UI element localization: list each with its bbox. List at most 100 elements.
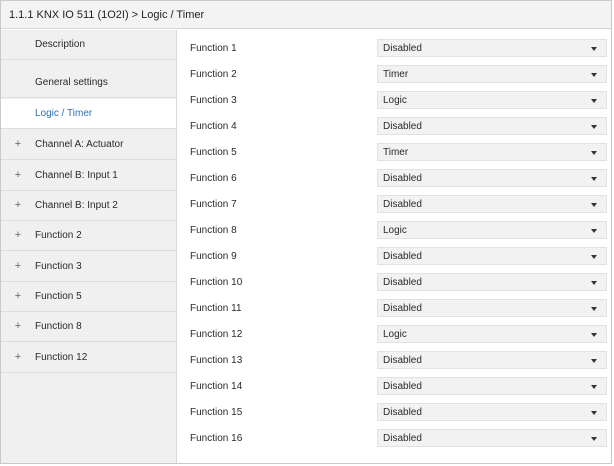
parameter-row: Function 16 Disabled — [177, 425, 611, 451]
sidebar: Description General settings Logic / Tim… — [1, 30, 177, 463]
parameter-row: Function 15 Disabled — [177, 399, 611, 425]
parameter-row: Function 10 Disabled — [177, 269, 611, 295]
parameter-label: Function 12 — [190, 329, 243, 340]
select-value: Timer — [383, 147, 409, 158]
select-value: Logic — [383, 225, 407, 236]
expand-icon[interactable]: + — [13, 199, 23, 211]
function-3-select[interactable]: Logic — [377, 91, 607, 109]
parameter-row: Function 3 Logic — [177, 87, 611, 113]
chevron-down-icon — [591, 411, 597, 415]
function-5-select[interactable]: Timer — [377, 143, 607, 161]
page-title: 1.1.1 KNX IO 511 (1O2I) > Logic / Timer — [9, 9, 205, 21]
sidebar-item-function-2[interactable]: + Function 2 — [1, 221, 176, 251]
sidebar-item-channel-b-input-2[interactable]: + Channel B: Input 2 — [1, 191, 176, 221]
parameter-label: Function 10 — [190, 277, 243, 288]
function-11-select[interactable]: Disabled — [377, 299, 607, 317]
sidebar-item-label: Channel B: Input 1 — [35, 170, 118, 181]
parameter-label: Function 8 — [190, 225, 237, 236]
parameter-label: Function 2 — [190, 69, 237, 80]
sidebar-item-function-5[interactable]: + Function 5 — [1, 282, 176, 312]
function-15-select[interactable]: Disabled — [377, 403, 607, 421]
parameter-label: Function 15 — [190, 407, 243, 418]
chevron-down-icon — [591, 333, 597, 337]
sidebar-item-logic-timer[interactable]: Logic / Timer — [1, 99, 176, 129]
parameter-row: Function 9 Disabled — [177, 243, 611, 269]
function-8-select[interactable]: Logic — [377, 221, 607, 239]
sidebar-item-function-3[interactable]: + Function 3 — [1, 252, 176, 282]
parameter-row: Function 8 Logic — [177, 217, 611, 243]
function-13-select[interactable]: Disabled — [377, 351, 607, 369]
sidebar-item-function-12[interactable]: + Function 12 — [1, 343, 176, 373]
select-value: Logic — [383, 329, 407, 340]
sidebar-item-label: Function 2 — [35, 230, 82, 241]
chevron-down-icon — [591, 437, 597, 441]
chevron-down-icon — [591, 359, 597, 363]
parameter-label: Function 7 — [190, 199, 237, 210]
function-6-select[interactable]: Disabled — [377, 169, 607, 187]
parameter-label: Function 9 — [190, 251, 237, 262]
function-1-select[interactable]: Disabled — [377, 39, 607, 57]
function-7-select[interactable]: Disabled — [377, 195, 607, 213]
parameter-row: Function 14 Disabled — [177, 373, 611, 399]
expand-icon[interactable]: + — [13, 290, 23, 302]
select-value: Disabled — [383, 173, 422, 184]
function-9-select[interactable]: Disabled — [377, 247, 607, 265]
parameter-label: Function 14 — [190, 381, 243, 392]
parameter-row: Function 7 Disabled — [177, 191, 611, 217]
select-value: Disabled — [383, 381, 422, 392]
parameter-label: Function 11 — [190, 303, 242, 314]
select-value: Disabled — [383, 251, 422, 262]
function-10-select[interactable]: Disabled — [377, 273, 607, 291]
parameter-row: Function 12 Logic — [177, 321, 611, 347]
sidebar-item-function-8[interactable]: + Function 8 — [1, 312, 176, 342]
select-value: Disabled — [383, 199, 422, 210]
sidebar-item-general-settings[interactable]: General settings — [1, 68, 176, 98]
chevron-down-icon — [591, 177, 597, 181]
parameter-row: Function 6 Disabled — [177, 165, 611, 191]
chevron-down-icon — [591, 281, 597, 285]
function-12-select[interactable]: Logic — [377, 325, 607, 343]
breadcrumb-header: 1.1.1 KNX IO 511 (1O2I) > Logic / Timer — [1, 1, 611, 29]
parameter-row: Function 11 Disabled — [177, 295, 611, 321]
function-4-select[interactable]: Disabled — [377, 117, 607, 135]
sidebar-item-label: Function 5 — [35, 291, 82, 302]
parameter-label: Function 3 — [190, 95, 237, 106]
select-value: Timer — [383, 69, 409, 80]
sidebar-item-description[interactable]: Description — [1, 30, 176, 60]
sidebar-item-label: General settings — [35, 77, 108, 88]
sidebar-item-label: Channel A: Actuator — [35, 139, 124, 150]
select-value: Disabled — [383, 43, 422, 54]
parameter-label: Function 4 — [190, 121, 237, 132]
select-value: Disabled — [383, 303, 422, 314]
expand-icon[interactable]: + — [13, 229, 23, 241]
sidebar-item-label: Logic / Timer — [35, 108, 93, 119]
expand-icon[interactable]: + — [13, 169, 23, 181]
function-16-select[interactable]: Disabled — [377, 429, 607, 447]
select-value: Disabled — [383, 407, 422, 418]
parameter-label: Function 13 — [190, 355, 243, 366]
function-2-select[interactable]: Timer — [377, 65, 607, 83]
select-value: Disabled — [383, 433, 422, 444]
sidebar-item-channel-a-actuator[interactable]: + Channel A: Actuator — [1, 130, 176, 160]
parameter-row: Function 1 Disabled — [177, 35, 611, 61]
parameter-panel: Function 1 Disabled Function 2 Timer Fun… — [177, 30, 611, 463]
expand-icon[interactable]: + — [13, 320, 23, 332]
function-14-select[interactable]: Disabled — [377, 377, 607, 395]
chevron-down-icon — [591, 203, 597, 207]
select-value: Disabled — [383, 121, 422, 132]
chevron-down-icon — [591, 73, 597, 77]
sidebar-item-channel-b-input-1[interactable]: + Channel B: Input 1 — [1, 161, 176, 191]
sidebar-item-label: Function 3 — [35, 261, 82, 272]
sidebar-item-label: Description — [35, 39, 86, 50]
chevron-down-icon — [591, 307, 597, 311]
sidebar-item-label: Function 12 — [35, 352, 88, 363]
select-value: Disabled — [383, 355, 422, 366]
chevron-down-icon — [591, 385, 597, 389]
parameter-row: Function 5 Timer — [177, 139, 611, 165]
select-value: Disabled — [383, 277, 422, 288]
sidebar-item-label: Channel B: Input 2 — [35, 200, 118, 211]
expand-icon[interactable]: + — [13, 260, 23, 272]
expand-icon[interactable]: + — [13, 138, 23, 150]
parameter-row: Function 2 Timer — [177, 61, 611, 87]
expand-icon[interactable]: + — [13, 351, 23, 363]
